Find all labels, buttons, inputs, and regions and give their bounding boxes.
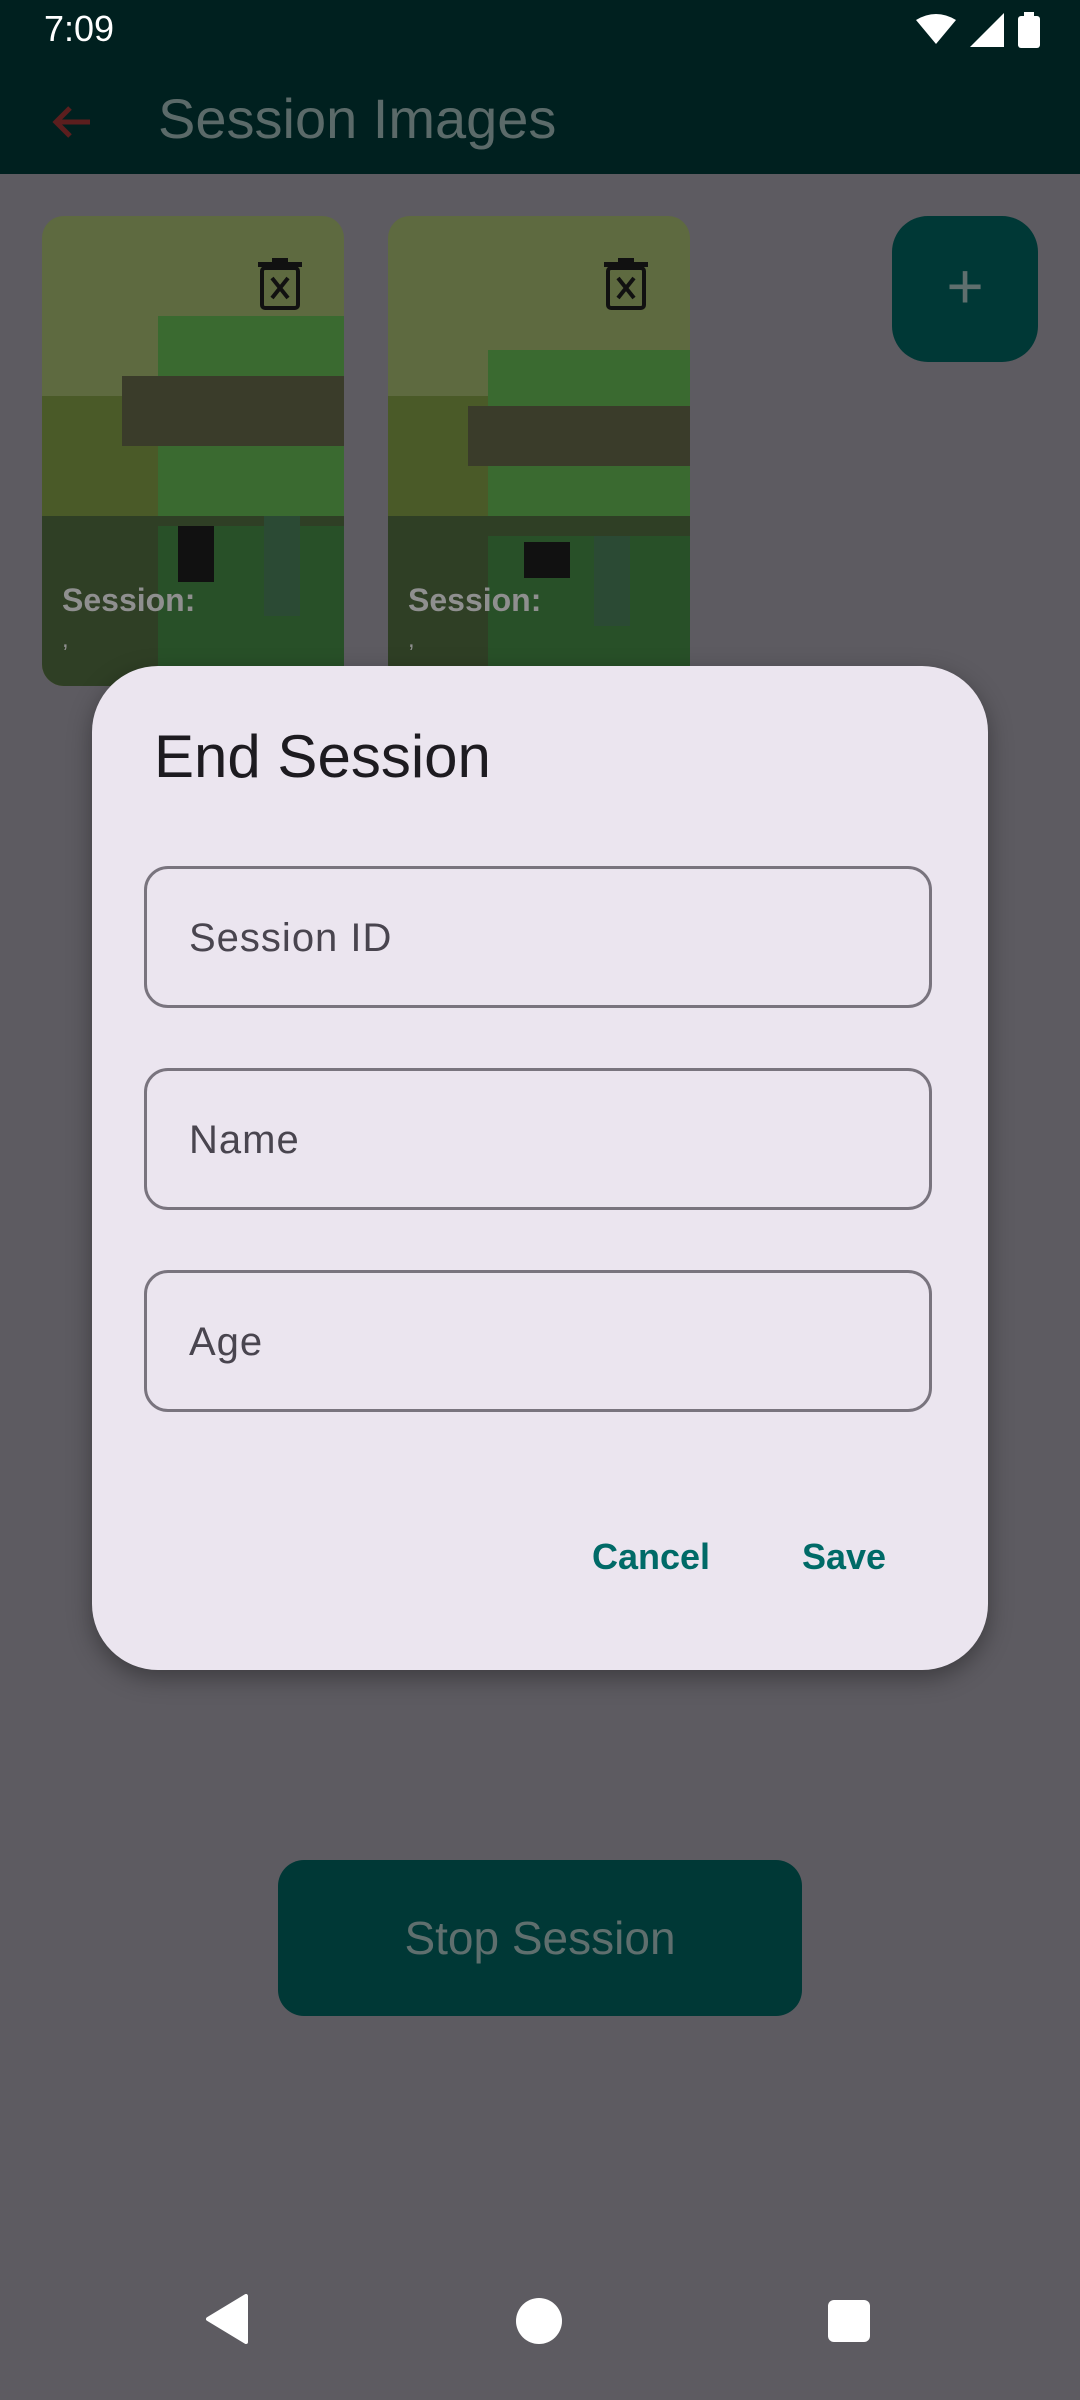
save-button[interactable]: Save: [802, 1536, 886, 1578]
name-input[interactable]: [187, 1071, 891, 1209]
battery-icon: [1018, 12, 1040, 48]
nav-back-icon[interactable]: [206, 2294, 250, 2344]
image-card-label: Session:: [408, 582, 542, 618]
status-time: 7:09: [44, 8, 115, 49]
delete-icon[interactable]: [258, 258, 302, 310]
delete-icon[interactable]: [604, 258, 648, 310]
status-bar: 7:09: [0, 0, 1080, 64]
plus-icon: +: [946, 250, 984, 322]
dialog-title: End Session: [154, 723, 491, 790]
signal-icon: [970, 13, 1004, 47]
image-card[interactable]: Session: ,: [42, 216, 344, 686]
page-title: Session Images: [158, 87, 557, 150]
name-field[interactable]: [144, 1068, 932, 1210]
stop-session-button[interactable]: Stop Session: [278, 1860, 802, 2016]
cancel-button[interactable]: Cancel: [592, 1536, 710, 1578]
age-input[interactable]: [187, 1273, 891, 1411]
image-card[interactable]: Session: ,: [388, 216, 690, 686]
app-bar: Session Images: [0, 64, 1080, 174]
nav-home-icon[interactable]: [516, 2298, 562, 2344]
add-image-button[interactable]: +: [892, 216, 1038, 362]
end-session-dialog: End Session Cancel Save: [92, 666, 988, 1670]
image-card-sub: ,: [62, 626, 69, 653]
age-field[interactable]: [144, 1270, 932, 1412]
wifi-icon: [916, 14, 956, 44]
session-id-field[interactable]: [144, 866, 932, 1008]
image-card-sub: ,: [408, 626, 415, 653]
arrow-back-icon[interactable]: [44, 94, 100, 150]
image-card-label: Session:: [62, 582, 196, 618]
nav-recents-icon[interactable]: [828, 2300, 870, 2342]
session-id-input[interactable]: [187, 869, 891, 1007]
navigation-bar: [0, 2270, 1080, 2400]
